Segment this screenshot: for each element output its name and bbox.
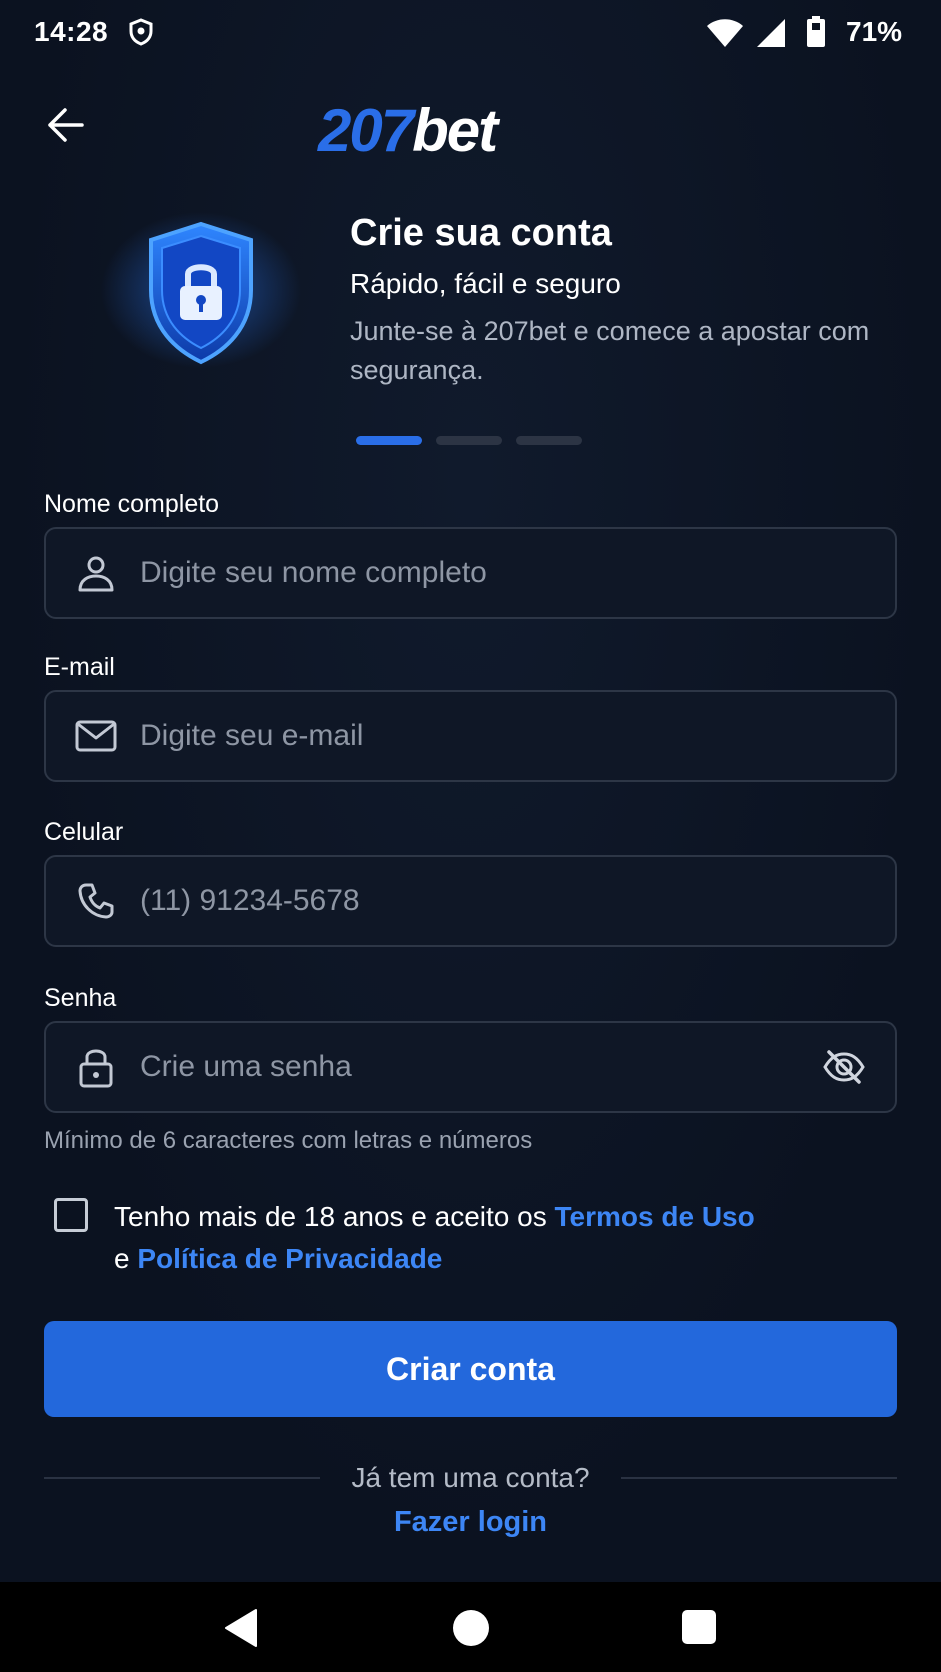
name-field[interactable] (44, 527, 897, 619)
phone-icon (74, 879, 118, 923)
login-link[interactable]: Fazer login (0, 1506, 941, 1539)
name-input[interactable] (140, 529, 895, 617)
nav-home-icon[interactable] (453, 1610, 489, 1646)
mail-icon (74, 714, 118, 758)
name-label: Nome completo (44, 490, 220, 518)
terms-prefix: Tenho mais de 18 anos e aceito os (114, 1201, 555, 1232)
password-hint: Mínimo de 6 caracteres com letras e núme… (44, 1127, 533, 1154)
page-description: Junte-se à 207bet e comece a apostar com… (350, 316, 870, 385)
divider-line-right (621, 1477, 897, 1479)
phone-input[interactable] (140, 857, 895, 945)
email-label: E-mail (44, 653, 115, 681)
terms-of-use-link[interactable]: Termos de Uso (555, 1201, 755, 1232)
pager-dot-1[interactable] (356, 436, 422, 445)
back-button[interactable] (40, 100, 90, 150)
pager-dot-3[interactable] (516, 436, 582, 445)
password-visibility-toggle[interactable] (819, 1042, 869, 1092)
shield-icon (129, 18, 153, 46)
phone-field[interactable] (44, 855, 897, 947)
password-field[interactable] (44, 1021, 897, 1113)
create-account-button[interactable]: Criar conta (44, 1321, 897, 1417)
carousel-pager (356, 436, 582, 445)
logo-word: bet (412, 97, 498, 164)
page-title: Crie sua conta (350, 212, 612, 254)
email-field[interactable] (44, 690, 897, 782)
eye-off-icon (823, 1050, 865, 1084)
terms-checkbox[interactable] (54, 1198, 88, 1232)
nav-recents-icon[interactable] (682, 1610, 716, 1644)
phone-label: Celular (44, 818, 124, 846)
signal-icon (757, 19, 785, 47)
terms-connector: e (114, 1243, 138, 1274)
wifi-icon (707, 19, 743, 47)
email-input[interactable] (140, 692, 895, 780)
lock-icon (74, 1045, 118, 1089)
password-label: Senha (44, 984, 117, 1012)
battery-percent: 71% (846, 16, 903, 47)
password-input[interactable] (140, 1023, 819, 1111)
nav-back-icon[interactable] (222, 1608, 260, 1648)
arrow-left-icon (48, 108, 84, 142)
terms-text: Tenho mais de 18 anos e aceito os Termos… (114, 1196, 874, 1280)
privacy-policy-link[interactable]: Política de Privacidade (137, 1243, 442, 1274)
status-time: 14:28 (34, 16, 109, 47)
shield-lock-icon (101, 212, 301, 368)
pager-dot-2[interactable] (436, 436, 502, 445)
login-divider: Já tem uma conta? (44, 1458, 897, 1498)
status-bar: 14:28 71% (0, 0, 941, 66)
brand-logo: 207 bet (318, 96, 498, 164)
page-subtitle: Rápido, fácil e seguro (350, 268, 621, 299)
battery-icon (807, 16, 825, 47)
user-icon (74, 551, 118, 595)
logo-number: 207 (318, 97, 414, 164)
